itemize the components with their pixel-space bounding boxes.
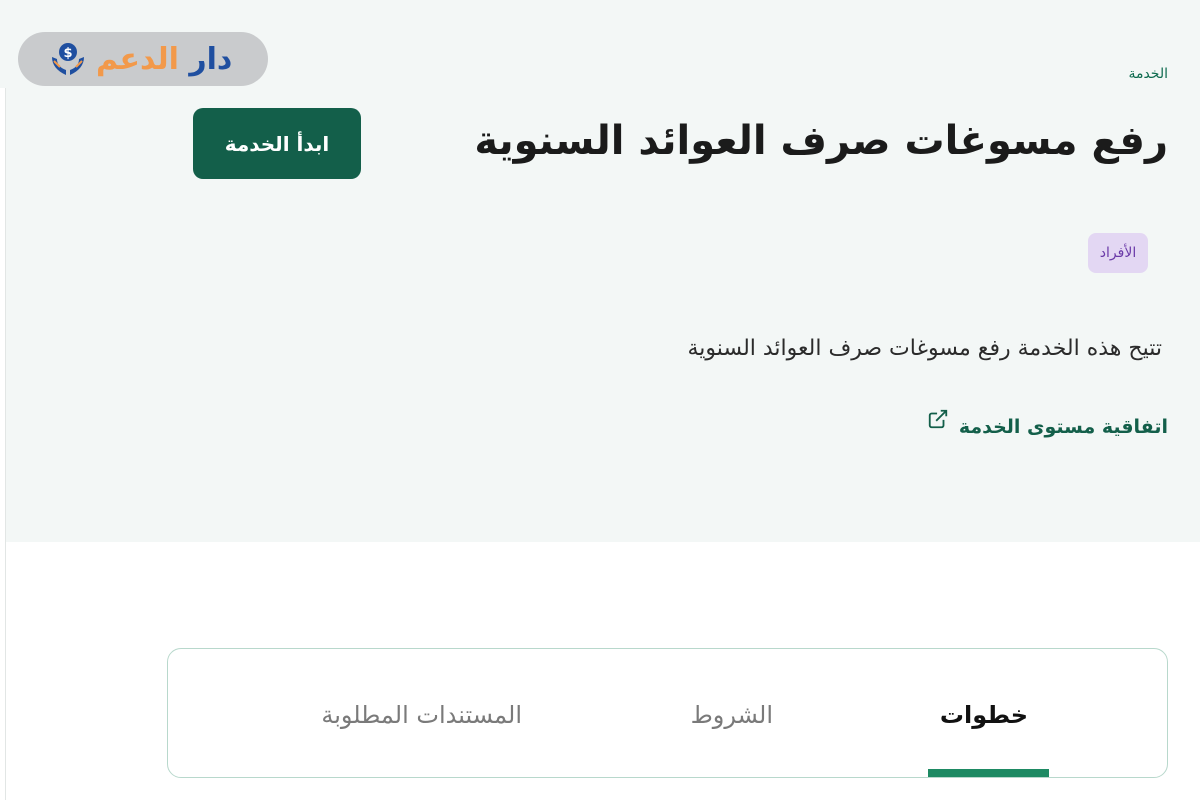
- start-service-button[interactable]: ابدأ الخدمة: [193, 108, 361, 179]
- sla-link[interactable]: اتفاقية مستوى الخدمة: [927, 409, 1168, 438]
- page-title: رفع مسوغات صرف العوائد السنوية: [474, 118, 1168, 164]
- logo-word-aldaam: الدعم: [96, 41, 179, 77]
- page-edge-divider: [0, 88, 6, 800]
- tab-conditions[interactable]: الشروط: [691, 701, 773, 729]
- logo-word-dar: دار: [189, 41, 233, 77]
- hands-coin-icon: $: [52, 43, 84, 75]
- logo-wordmark: دار الدعم: [96, 42, 232, 77]
- audience-badge: الأفراد: [1088, 233, 1148, 273]
- external-link-icon: [928, 409, 947, 429]
- sla-link-label: اتفاقية مستوى الخدمة: [958, 416, 1168, 438]
- service-description: تتيح هذه الخدمة رفع مسوغات صرف العوائد ا…: [687, 336, 1162, 361]
- tab-required-documents[interactable]: المستندات المطلوبة: [321, 701, 522, 729]
- site-logo[interactable]: $ دار الدعم: [18, 32, 268, 86]
- tab-steps[interactable]: خطوات: [940, 701, 1028, 729]
- svg-text:$: $: [63, 46, 72, 61]
- breadcrumb-service[interactable]: الخدمة: [1128, 66, 1168, 82]
- service-tabs: خطوات الشروط المستندات المطلوبة: [167, 648, 1168, 778]
- active-tab-indicator: [928, 769, 1049, 777]
